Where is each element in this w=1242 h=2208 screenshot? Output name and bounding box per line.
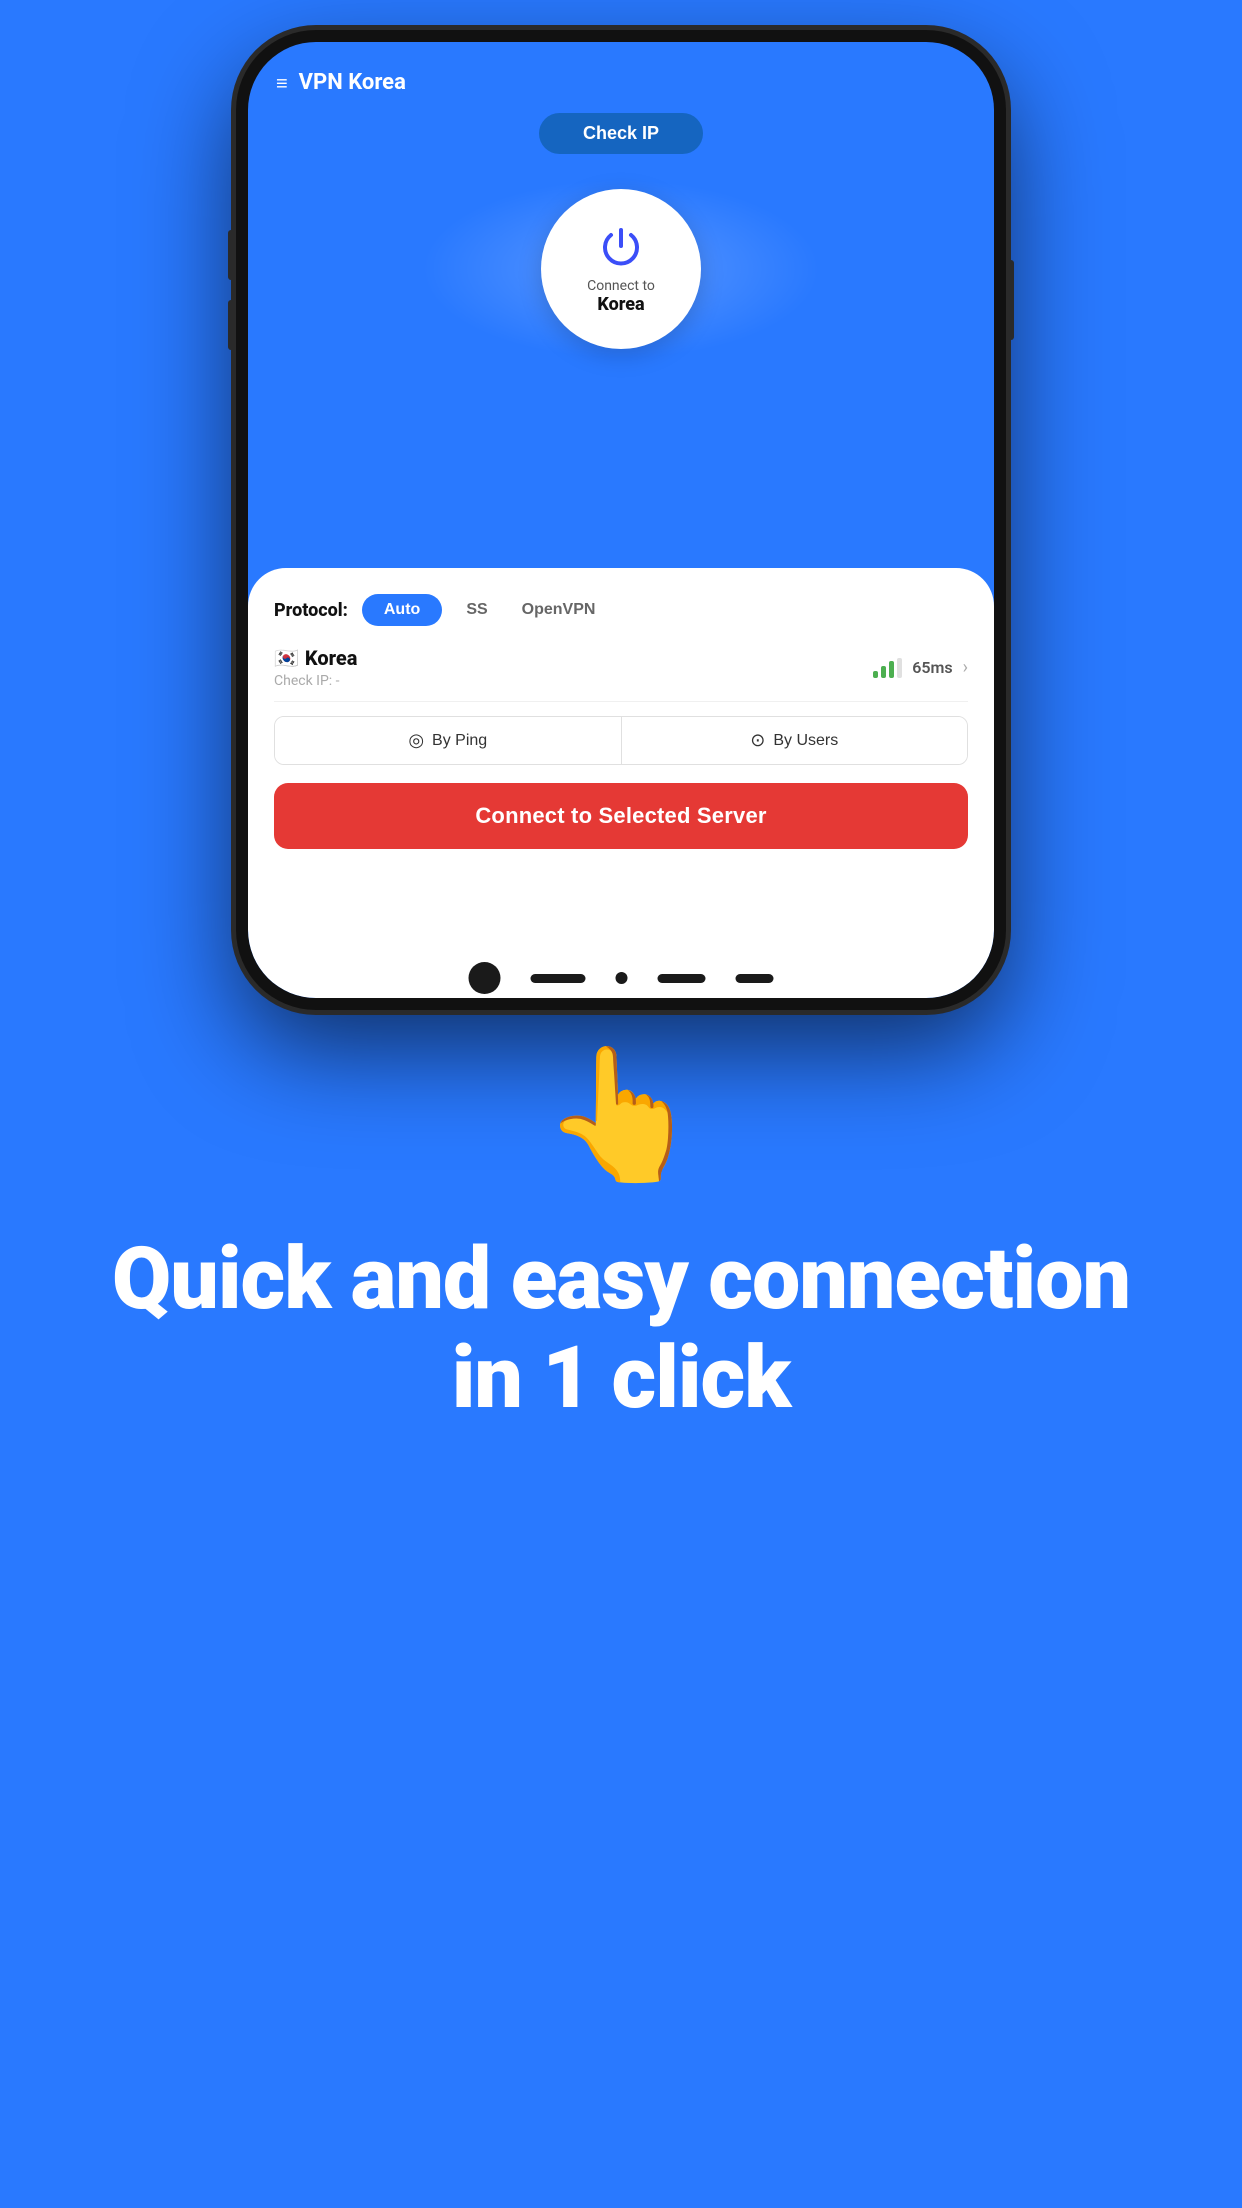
check-ip-button[interactable]: Check IP [539,113,703,154]
ping-value: 65ms [912,658,952,677]
vol-up-button [228,230,235,280]
sort-ping-label: By Ping [432,732,487,750]
connect-to-label: Connect to [587,278,655,294]
protocol-label: Protocol: [274,600,348,621]
phone-shell: ≡ VPN Korea Check IP Connect to [236,30,1006,1010]
bottom-speaker2 [736,974,774,983]
protocol-ss-btn[interactable]: SS [456,594,497,626]
server-info: 🇰🇷 Korea Check IP: - [274,646,357,689]
app-header: ≡ VPN Korea [248,42,994,95]
bottom-home-bar [531,974,586,983]
bottom-circle [469,962,501,994]
phone-device: ≡ VPN Korea Check IP Connect to [236,30,1006,1030]
bottom-section: 👆 Quick and easy connection in 1 click [0,1050,1242,1428]
phone-screen: ≡ VPN Korea Check IP Connect to [248,42,994,998]
signal-bars [873,658,902,678]
tagline: Quick and easy connection in 1 click [100,1230,1142,1428]
power-area: Connect to Korea [248,164,994,374]
power-button-physical [1007,260,1014,340]
sort-by-ping-btn[interactable]: ◎ By Ping [275,717,621,764]
app-title: VPN Korea [299,70,406,95]
flag-emoji: 🇰🇷 [274,646,299,670]
protocol-openvpn-btn[interactable]: OpenVPN [512,594,606,626]
power-icon [597,224,645,272]
vol-down-button [228,300,235,350]
users-sort-icon: ⊙ [750,730,765,751]
ping-sort-icon: ◎ [408,730,424,751]
sort-row: ◎ By Ping ⊙ By Users [274,716,968,765]
server-row: 🇰🇷 Korea Check IP: - 65ms [274,646,968,702]
server-name-row: 🇰🇷 Korea [274,646,357,670]
protocol-row: Protocol: Auto SS OpenVPN [274,594,968,626]
bar2 [881,666,886,678]
bottom-dot [616,972,628,984]
protocol-auto-btn[interactable]: Auto [362,594,442,626]
menu-icon[interactable]: ≡ [276,73,287,93]
chevron-right-icon: › [963,657,968,678]
bottom-panel: Protocol: Auto SS OpenVPN 🇰🇷 Korea Check… [248,568,994,998]
pointing-hand-emoji: 👆 [540,1050,702,1180]
connect-country-label: Korea [597,294,644,315]
check-ip-container: Check IP [248,113,994,154]
connect-server-button[interactable]: Connect to Selected Server [274,783,968,849]
bar4 [897,658,902,678]
sort-by-users-btn[interactable]: ⊙ By Users [622,717,968,764]
bar1 [873,671,878,678]
bottom-speaker [658,974,706,983]
server-right: 65ms › [873,657,968,678]
bar3 [889,661,894,678]
power-connect-button[interactable]: Connect to Korea [541,189,701,349]
sort-users-label: By Users [773,732,838,750]
phone-bottom-elements [469,962,774,994]
server-ip: Check IP: - [274,673,357,689]
server-name: Korea [305,646,358,670]
